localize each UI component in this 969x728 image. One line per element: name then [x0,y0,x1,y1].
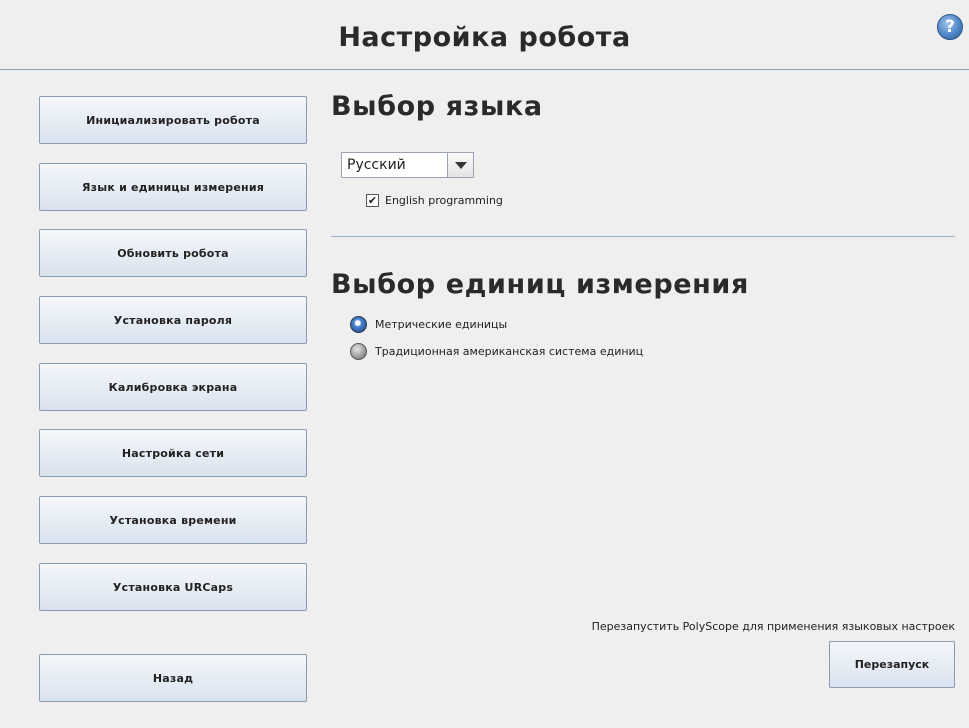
metric-units-label: Метрические единицы [375,318,508,331]
chevron-down-icon[interactable] [447,153,473,177]
language-units-button[interactable]: Язык и единицы измерения [39,163,307,211]
header-bar: Настройка робота ? [0,0,969,70]
restart-button[interactable]: Перезапуск [829,641,955,688]
page-title: Настройка робота [338,22,631,53]
back-button[interactable]: Назад [39,654,307,702]
initialize-robot-button[interactable]: Инициализировать робота [39,96,307,144]
network-setup-button[interactable]: Настройка сети [39,429,307,477]
units-heading: Выбор единиц измерения [331,269,749,300]
english-programming-option[interactable]: ✔ English programming [366,194,503,207]
language-dropdown-value: Русский [347,157,406,173]
urcaps-setup-button[interactable]: Установка URCaps [39,563,307,611]
update-robot-button[interactable]: Обновить робота [39,229,307,277]
metric-units-radio[interactable] [350,316,367,333]
set-password-button[interactable]: Установка пароля [39,296,307,344]
language-heading: Выбор языка [331,91,543,122]
english-programming-checkbox[interactable]: ✔ [366,194,379,207]
calibrate-screen-button[interactable]: Калибровка экрана [39,363,307,411]
english-programming-label: English programming [385,194,503,207]
restart-note: Перезапустить PolyScope для применения я… [591,620,955,633]
metric-units-option[interactable]: Метрические единицы [350,316,507,333]
section-divider [331,236,955,237]
imperial-units-option[interactable]: Традиционная американская система единиц [350,343,643,360]
imperial-units-label: Традиционная американская система единиц [375,345,644,358]
set-time-button[interactable]: Установка времени [39,496,307,544]
language-dropdown[interactable]: Русский [341,152,474,178]
imperial-units-radio[interactable] [350,343,367,360]
help-icon[interactable]: ? [937,14,963,40]
